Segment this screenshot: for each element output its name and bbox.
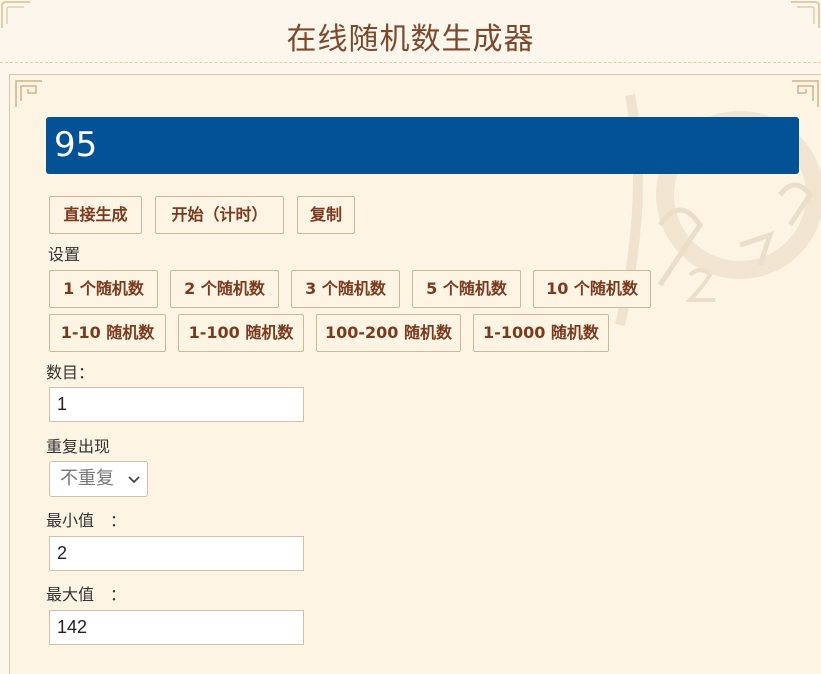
generate-button[interactable]: 直接生成 [49, 196, 142, 234]
preset-range-button[interactable]: 100-200 随机数 [316, 314, 461, 352]
preset-count-button[interactable]: 3 个随机数 [291, 270, 400, 308]
result-display: 95 [46, 117, 799, 174]
page: 在线随机数生成器 95 直接生成 开始（计时） 复制 设置 1 个随机数 2 个… [0, 0, 821, 674]
preset-range-button[interactable]: 1-1000 随机数 [473, 314, 609, 352]
repeat-select[interactable]: 不重复 [49, 461, 148, 497]
max-label: 最大值 ： [46, 585, 127, 604]
preset-count-button[interactable]: 5 个随机数 [412, 270, 521, 308]
count-input[interactable] [49, 387, 304, 422]
preset-count-button[interactable]: 1 个随机数 [49, 270, 158, 308]
count-label: 数目： [46, 363, 95, 382]
generator-panel: 95 直接生成 开始（计时） 复制 设置 1 个随机数 2 个随机数 3 个随机… [9, 74, 821, 674]
ornament-corner-icon [15, 80, 42, 107]
repeat-label: 重复出现 [46, 437, 111, 456]
preset-count-button[interactable]: 2 个随机数 [170, 270, 279, 308]
copy-button[interactable]: 复制 [297, 196, 355, 234]
header: 在线随机数生成器 [0, 0, 821, 63]
min-label: 最小值 ： [46, 511, 127, 530]
start-timer-button[interactable]: 开始（计时） [155, 196, 284, 234]
page-title: 在线随机数生成器 [286, 22, 535, 57]
min-input[interactable] [49, 536, 304, 571]
chevron-down-icon [128, 476, 140, 484]
repeat-select-value: 不重复 [60, 468, 114, 489]
preset-range-button[interactable]: 1-100 随机数 [178, 314, 304, 352]
preset-count-button[interactable]: 10 个随机数 [533, 270, 651, 308]
settings-label: 设置 [48, 245, 81, 264]
preset-range-button[interactable]: 1-10 随机数 [49, 314, 166, 352]
max-input[interactable] [49, 610, 304, 645]
